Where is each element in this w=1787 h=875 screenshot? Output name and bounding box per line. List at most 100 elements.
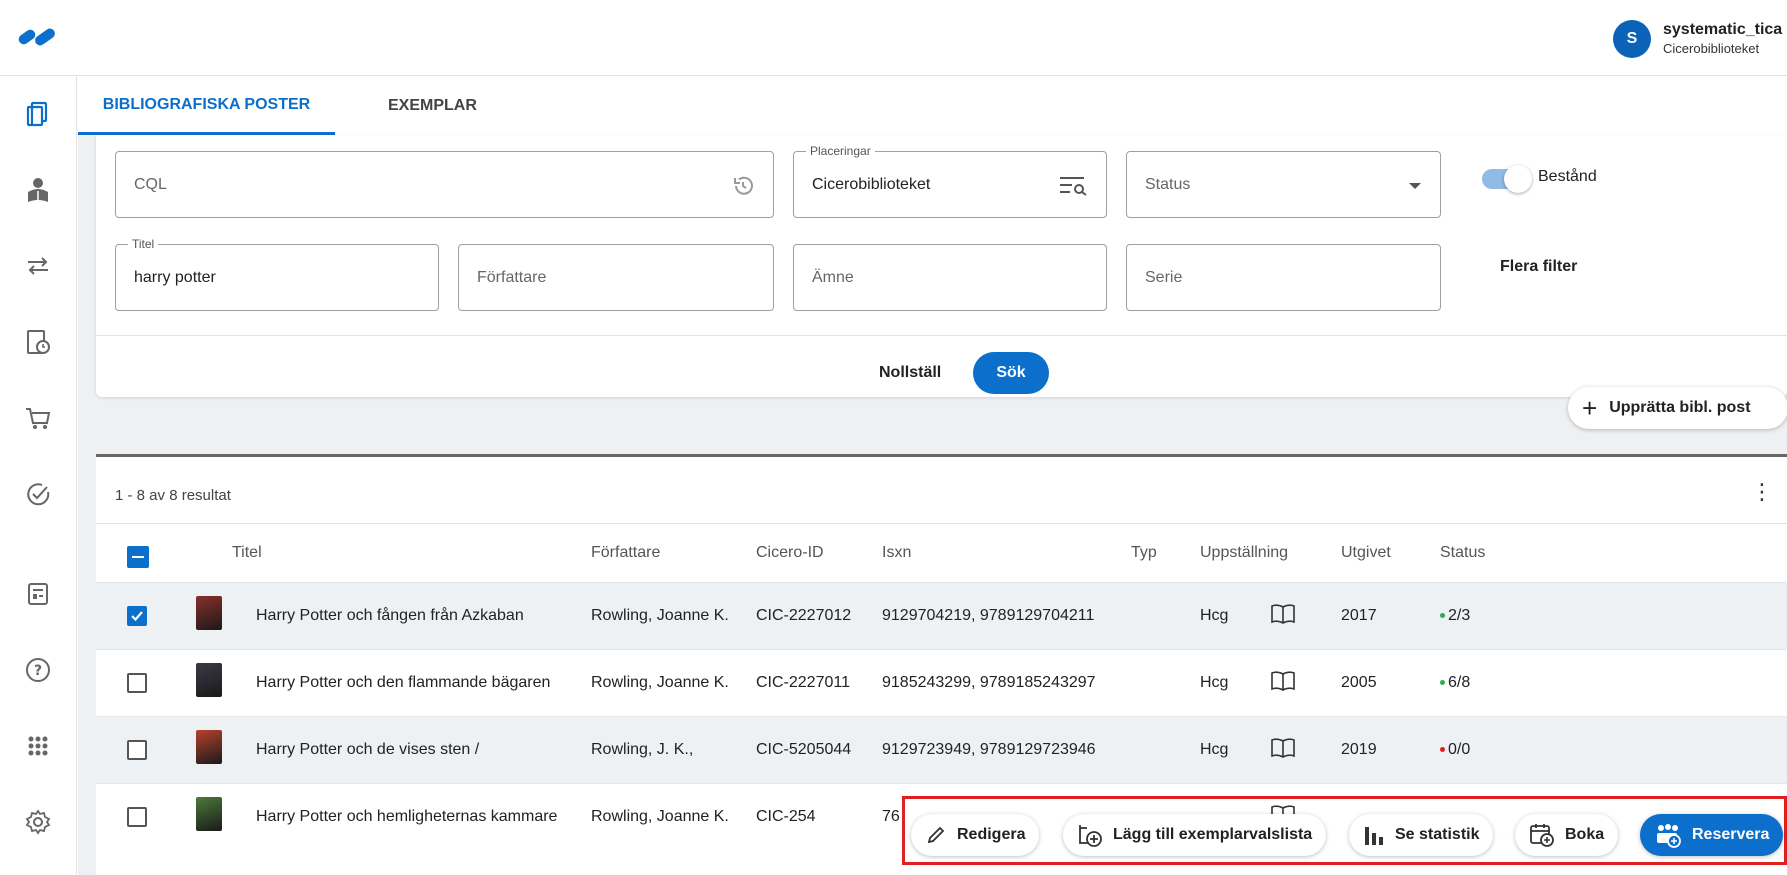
report-document-icon[interactable] — [22, 578, 54, 610]
column-header-type[interactable]: Typ — [1131, 544, 1157, 562]
row-checkbox[interactable] — [127, 673, 147, 693]
cell-cicero-id: CIC-5205044 — [756, 741, 852, 758]
status-dot — [1440, 613, 1445, 619]
cell-cicero-id: CIC-254 — [756, 808, 816, 825]
column-header-isxn[interactable]: Isxn — [882, 544, 911, 562]
statistics-label: Se statistik — [1395, 826, 1480, 843]
pencil-icon — [927, 826, 945, 844]
cell-author: Rowling, Joanne K. — [591, 674, 729, 691]
toggle-knob — [1504, 165, 1532, 193]
cell-author: Rowling, J. K., — [591, 741, 694, 758]
chevron-down-icon — [1409, 183, 1421, 189]
status-placeholder: Status — [1145, 176, 1191, 193]
book-cover-thumbnail[interactable] — [196, 797, 222, 831]
status-text: 0/0 — [1448, 741, 1471, 758]
cell-published: 2005 — [1341, 674, 1377, 691]
loans-transfer-icon[interactable] — [22, 250, 54, 282]
column-header-title[interactable]: Titel — [232, 544, 262, 562]
cell-author: Rowling, Joanne K. — [591, 808, 729, 825]
tab-copies[interactable]: EXEMPLAR — [388, 77, 477, 135]
status-select[interactable]: Status — [1126, 151, 1441, 218]
author-placeholder: Författare — [477, 269, 547, 286]
placement-value: Cicerobiblioteket — [812, 176, 931, 193]
cell-shelving: Hcg — [1200, 741, 1229, 758]
selection-action-bar: Redigera Lägg till exemplarvalslista Se … — [902, 796, 1787, 865]
row-checkbox[interactable] — [127, 807, 147, 827]
cell-isxn: 9185243299, 9789185243297 — [882, 674, 1096, 691]
book-cover-thumbnail[interactable] — [196, 596, 222, 630]
avatar[interactable]: S — [1613, 20, 1651, 58]
column-header-author[interactable]: Författare — [591, 544, 660, 562]
cell-isxn: 9129723949, 9789129723946 — [882, 741, 1096, 758]
cell-status: 0/0 — [1440, 741, 1470, 759]
column-header-status[interactable]: Status — [1440, 544, 1485, 562]
title-value: harry potter — [134, 269, 216, 286]
user-name: systematic_tica — [1663, 21, 1783, 38]
check-circle-icon[interactable] — [22, 478, 54, 510]
row-checkbox[interactable] — [127, 740, 147, 760]
cell-cicero-id: CIC-2227011 — [756, 674, 850, 691]
status-dot — [1440, 680, 1445, 686]
user-organization: Cicerobiblioteket — [1663, 41, 1760, 56]
book-cover-thumbnail[interactable] — [196, 663, 222, 697]
book-clock-icon[interactable] — [22, 326, 54, 358]
top-bar: S systematic_tica Cicerobiblioteket — [0, 0, 1787, 76]
cql-field[interactable]: CQL — [115, 151, 774, 218]
more-vertical-icon[interactable]: ⋮ — [1751, 481, 1773, 503]
book-cover-thumbnail[interactable] — [196, 730, 222, 764]
series-field[interactable]: Serie — [1126, 244, 1441, 311]
cell-title[interactable]: Harry Potter och den flammande bägaren — [256, 674, 550, 692]
tab-bibliographic-records[interactable]: BIBLIOGRAFISKA POSTER — [78, 77, 335, 135]
cell-isxn: 76 — [882, 808, 900, 825]
svg-text:?: ? — [34, 663, 42, 679]
edit-label: Redigera — [957, 826, 1026, 843]
row-checkbox[interactable] — [127, 606, 147, 626]
placement-field[interactable]: Placeringar Cicerobiblioteket — [793, 144, 1107, 218]
catalog-icon[interactable] — [22, 98, 54, 130]
cell-title[interactable]: Harry Potter och hemligheternas kammare — [256, 808, 557, 826]
stock-toggle[interactable] — [1482, 165, 1532, 193]
search-panel: CQL Placeringar Cicerobiblioteket Status… — [96, 135, 1787, 397]
patron-reading-icon[interactable] — [22, 174, 54, 206]
column-header-shelving[interactable]: Uppställning — [1200, 544, 1288, 562]
table-row[interactable]: Harry Potter och den flammande bägaren Ro… — [96, 649, 1787, 716]
add-to-copy-list-label: Lägg till exemplarvalslista — [1113, 826, 1313, 843]
cell-title[interactable]: Harry Potter och fången från Azkaban — [256, 607, 524, 625]
app-logo[interactable] — [16, 26, 60, 50]
help-icon[interactable]: ? — [22, 654, 54, 686]
apps-grid-icon[interactable] — [22, 730, 54, 762]
table-row[interactable]: Harry Potter och de vises sten / Rowling,… — [96, 716, 1787, 783]
table-row[interactable]: Harry Potter och fången från Azkaban Rowl… — [96, 582, 1787, 649]
reserve-button[interactable]: Reservera — [1640, 814, 1784, 856]
placement-legend: Placeringar — [806, 144, 875, 158]
cell-status: 6/8 — [1440, 674, 1470, 692]
author-field[interactable]: Författare — [458, 244, 774, 311]
book-icon — [1270, 737, 1296, 764]
subject-field[interactable]: Ämne — [793, 244, 1107, 311]
stock-toggle-label: Bestånd — [1538, 168, 1597, 185]
more-filters-link[interactable]: Flera filter — [1500, 258, 1577, 276]
history-icon[interactable] — [731, 174, 755, 198]
book-icon — [1270, 670, 1296, 697]
cell-cicero-id: CIC-2227012 — [756, 607, 852, 624]
settings-gear-icon[interactable] — [22, 806, 54, 838]
shopping-cart-icon[interactable] — [22, 402, 54, 434]
select-all-checkbox[interactable] — [127, 546, 149, 568]
search-button[interactable]: Sök — [973, 352, 1049, 394]
title-field[interactable]: Titel harry potter — [115, 237, 439, 311]
reserve-people-icon — [1657, 824, 1681, 848]
add-to-copy-list-button[interactable]: Lägg till exemplarvalslista — [1063, 814, 1327, 856]
book-icon — [1270, 603, 1296, 630]
book-button[interactable]: Boka — [1515, 814, 1619, 856]
edit-button[interactable]: Redigera — [911, 814, 1040, 856]
column-header-cicero-id[interactable]: Cicero-ID — [756, 544, 824, 562]
cell-published: 2017 — [1341, 607, 1377, 624]
reset-button[interactable]: Nollställ — [879, 364, 941, 382]
statistics-button[interactable]: Se statistik — [1349, 814, 1494, 856]
column-header-published[interactable]: Utgivet — [1341, 544, 1391, 562]
cell-status: 2/3 — [1440, 607, 1470, 625]
cell-title[interactable]: Harry Potter och de vises sten / — [256, 741, 479, 759]
create-record-button[interactable]: + Upprätta bibl. post — [1568, 387, 1787, 429]
status-text: 6/8 — [1448, 674, 1471, 691]
filter-list-search-icon[interactable] — [1058, 174, 1088, 196]
